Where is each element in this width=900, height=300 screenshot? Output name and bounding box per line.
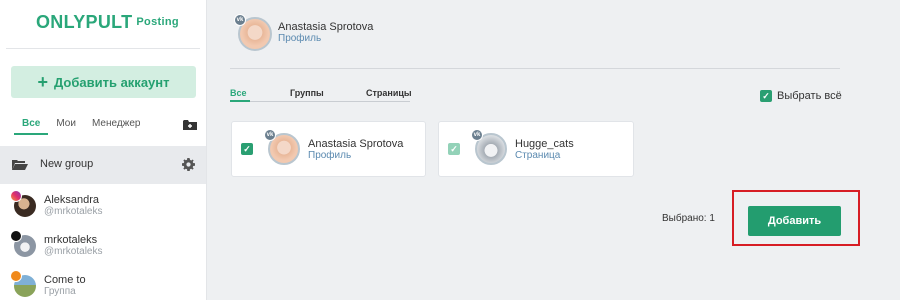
account-item[interactable]: Come to Группа <box>0 266 206 300</box>
main-panel: vk Anastasia Sprotova Профиль Все Группы… <box>208 0 900 300</box>
account-handle: Группа <box>44 286 76 297</box>
card-type: Страница <box>515 150 561 161</box>
account-name: Aleksandra <box>44 194 100 206</box>
folder-open-icon <box>12 158 28 176</box>
group-row[interactable]: New group <box>0 146 206 184</box>
profile-name: Anastasia Sprotova <box>278 21 374 33</box>
account-name: mrkotaleks <box>44 234 98 246</box>
logo-subtitle: Posting <box>136 16 179 28</box>
vk-icon: vk <box>264 129 276 141</box>
filter-tab-mine[interactable]: Мои <box>48 117 84 135</box>
vk-icon: vk <box>471 129 483 141</box>
current-profile: vk Anastasia Sprotova Профиль <box>234 14 536 54</box>
gear-icon[interactable] <box>182 158 195 176</box>
vk-icon: vk <box>234 14 246 26</box>
card-type: Профиль <box>308 150 352 161</box>
select-all-checkbox[interactable]: ✓ Выбрать всё <box>760 89 850 103</box>
group-name: New group <box>40 158 94 170</box>
account-name: Come to <box>44 274 86 286</box>
filter-tab-all[interactable]: Все <box>14 117 49 135</box>
select-all-label: Выбрать всё <box>777 90 842 102</box>
sidebar: ONLYPULT Posting + Добавить аккаунт Все М… <box>0 0 207 300</box>
odnoklassniki-icon <box>10 270 22 282</box>
account-handle: @mrkotaleks <box>44 206 103 217</box>
card-name: Anastasia Sprotova <box>308 138 404 150</box>
add-account-label: Добавить аккаунт <box>54 74 170 90</box>
selected-count: Выбрано: 1 <box>662 213 715 224</box>
active-tab-indicator <box>230 100 250 102</box>
add-account-button[interactable]: + Добавить аккаунт <box>11 66 196 98</box>
account-filter-tabs: Все Мои Менеджер <box>14 117 174 135</box>
tab-pages[interactable]: Страницы <box>366 88 412 102</box>
divider <box>6 48 200 49</box>
account-item[interactable]: mrkotaleks @mrkotaleks <box>0 226 206 266</box>
instagram-icon <box>10 190 22 202</box>
account-item[interactable]: Aleksandra @mrkotaleks <box>0 186 206 226</box>
card-name: Hugge_cats <box>515 138 574 150</box>
plus-icon: + <box>37 72 48 92</box>
filter-tab-manager[interactable]: Менеджер <box>84 117 149 135</box>
target-card[interactable]: ✓ vk Anastasia Sprotova Профиль <box>231 121 426 177</box>
add-folder-icon[interactable] <box>183 118 197 130</box>
app-logo[interactable]: ONLYPULT Posting <box>36 12 179 33</box>
logo-text: ONLYPULT <box>36 12 133 32</box>
checkbox-checked-icon[interactable]: ✓ <box>241 143 253 155</box>
profile-type: Профиль <box>278 33 322 44</box>
target-card[interactable]: ✓ vk Hugge_cats Страница <box>438 121 634 177</box>
account-handle: @mrkotaleks <box>44 246 103 257</box>
divider <box>230 68 840 69</box>
checkbox-checked-icon[interactable]: ✓ <box>448 143 460 155</box>
add-button[interactable]: Добавить <box>748 206 841 236</box>
tabs-underline <box>230 101 410 102</box>
target-tabs: Все Группы Страницы <box>230 88 412 102</box>
checkbox-checked-icon: ✓ <box>760 90 772 102</box>
tab-groups[interactable]: Группы <box>290 88 366 102</box>
tiktok-icon <box>10 230 22 242</box>
